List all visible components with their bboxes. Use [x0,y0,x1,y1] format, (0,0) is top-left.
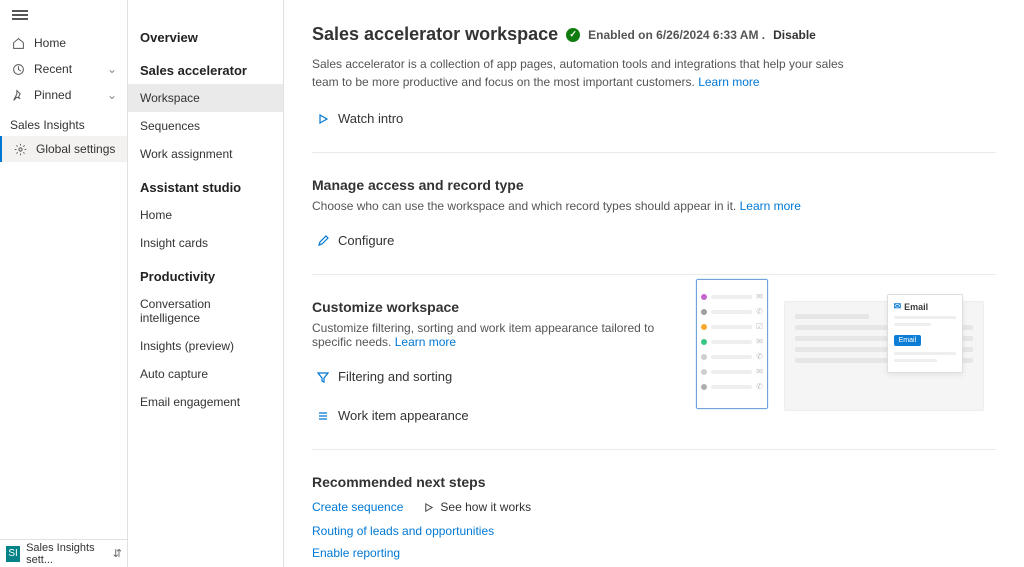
filter-icon [316,371,330,383]
pin-icon [10,89,26,102]
divider [312,152,996,153]
routing-link[interactable]: Routing of leads and opportunities [312,524,996,538]
sidebar-item-sequences[interactable]: Sequences [128,112,283,140]
gear-icon [12,143,28,156]
chevron-down-icon: ⌄ [107,62,117,76]
app-switcher[interactable]: SI Sales Insights sett... ⇵ [0,539,128,567]
rail-pinned[interactable]: Pinned ⌄ [0,82,127,108]
page-description: Sales accelerator is a collection of app… [312,55,852,91]
rail-global-settings[interactable]: Global settings [0,136,127,162]
sidebar-item-assistant-home[interactable]: Home [128,201,283,229]
sidebar-item-auto-capture[interactable]: Auto capture [128,360,283,388]
enable-reporting-link[interactable]: Enable reporting [312,546,996,560]
workspace-illustration: ✉ ✆ ☑ ✉ ✆ ✉ ✆ ✉Email Email [696,279,996,427]
enabled-label: Enabled on 6/26/2024 6:33 AM . [588,28,765,42]
customize-description: Customize filtering, sorting and work it… [312,321,672,349]
sidebar-item-insight-cards[interactable]: Insight cards [128,229,283,257]
watch-intro-label: Watch intro [338,111,403,126]
home-icon [10,37,26,50]
sidebar-item-insights[interactable]: Insights (preview) [128,332,283,360]
check-icon: ✓ [566,28,580,42]
rail-recent[interactable]: Recent ⌄ [0,56,127,82]
app-rail: Home Recent ⌄ Pinned ⌄ Sales Insights Gl… [0,0,128,567]
work-item-label: Work item appearance [338,408,469,423]
customize-heading: Customize workspace [312,299,672,315]
configure-label: Configure [338,233,394,248]
disable-link[interactable]: Disable [773,28,816,42]
manage-description: Choose who can use the workspace and whi… [312,199,996,213]
page-title-row: Sales accelerator workspace ✓ Enabled on… [312,24,996,45]
mail-icon: ✉ [894,301,902,312]
sidebar-item-email-engagement[interactable]: Email engagement [128,388,283,416]
settings-sidebar: Overview Sales accelerator Workspace Seq… [128,0,284,567]
sidebar-item-workspace[interactable]: Workspace [128,84,283,112]
rail-home[interactable]: Home [0,30,127,56]
sidebar-overview-heading[interactable]: Overview [128,18,283,51]
edit-icon [316,235,330,247]
recommended-heading: Recommended next steps [312,474,996,490]
rail-recent-label: Recent [34,62,72,76]
popup-illustration: ✉Email Email [887,294,963,373]
watch-intro-button[interactable]: Watch intro [312,107,996,130]
play-icon [316,113,330,125]
sidebar-item-work-assignment[interactable]: Work assignment [128,140,283,168]
page-title: Sales accelerator workspace [312,24,558,45]
rail-section-label: Sales Insights [0,108,127,136]
filter-sort-label: Filtering and sorting [338,369,452,384]
rail-home-label: Home [34,36,66,50]
app-switcher-label: Sales Insights sett... [26,542,113,566]
manage-heading: Manage access and record type [312,177,996,193]
create-sequence-link[interactable]: Create sequence [312,500,403,514]
work-item-button[interactable]: Work item appearance [312,404,672,427]
configure-button[interactable]: Configure [312,229,996,252]
sidebar-item-conversation[interactable]: Conversation intelligence [128,290,283,332]
sidebar-sales-heading: Sales accelerator [128,51,283,84]
learn-more-link[interactable]: Learn more [395,335,456,349]
clock-icon [10,63,26,76]
app-badge: SI [6,546,20,562]
divider [312,449,996,450]
play-icon [423,502,434,513]
sidebar-productivity-heading: Productivity [128,257,283,290]
learn-more-link[interactable]: Learn more [698,75,759,89]
see-how-link[interactable]: See how it works [440,500,531,514]
sidebar-assistant-heading: Assistant studio [128,168,283,201]
chevron-down-icon: ⌄ [107,88,117,102]
filter-sort-button[interactable]: Filtering and sorting [312,365,672,388]
hamburger-button[interactable] [0,0,127,30]
list-icon [316,410,330,422]
updown-icon: ⇵ [113,547,122,560]
main-content: Sales accelerator workspace ✓ Enabled on… [284,0,1024,567]
rail-global-label: Global settings [36,142,115,156]
learn-more-link[interactable]: Learn more [740,199,801,213]
rail-pinned-label: Pinned [34,88,71,102]
